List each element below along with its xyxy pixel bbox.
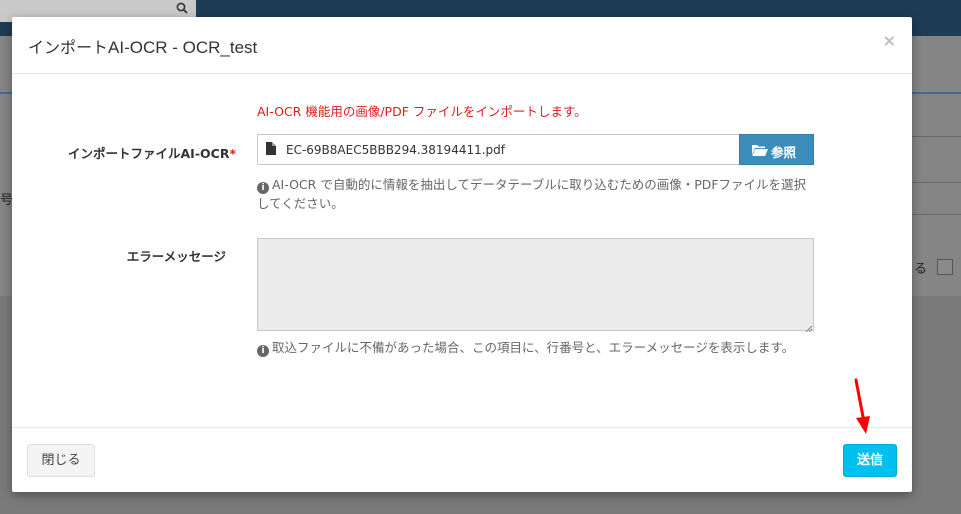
search-icon <box>176 2 190 16</box>
file-field-label-text: インポートファイルAI-OCR <box>68 146 230 161</box>
error-field-label: エラーメッセージ <box>126 249 226 264</box>
error-message-textarea[interactable] <box>257 238 814 333</box>
modal-footer: 閉じる 送信 <box>12 427 912 493</box>
browse-button[interactable]: 参照 <box>739 134 814 165</box>
info-icon: i <box>257 345 269 357</box>
file-name: EC-69B8AEC5BBB294.38194411.pdf <box>286 143 505 157</box>
background-checkbox <box>937 259 953 275</box>
file-help-text: i AI-OCR で自動的に情報を抽出してデータテーブルに取り込むための画像・PD… <box>257 175 817 213</box>
background-divider <box>0 92 12 94</box>
folder-open-icon <box>752 144 768 156</box>
import-notice: AI-OCR 機能用の画像/PDF ファイルをインポートします。 <box>257 104 587 119</box>
modal-title-prefix: インポート <box>28 38 109 57</box>
file-input[interactable]: EC-69B8AEC5BBB294.38194411.pdf <box>257 134 739 165</box>
background-divider <box>912 182 961 183</box>
file-field-label: インポートファイルAI-OCR* <box>68 143 236 162</box>
resize-grip-icon[interactable] <box>804 321 813 333</box>
modal-title-suffix: AI-OCR - OCR_test <box>108 38 258 57</box>
background-divider <box>912 214 961 215</box>
error-help-message: 取込ファイルに不備があった場合、この項目に、行番号と、エラーメッセージを表示しま… <box>272 340 795 355</box>
submit-button[interactable]: 送信 <box>843 444 897 477</box>
browse-label: 参照 <box>771 145 797 160</box>
modal-header: インポートAI-OCR - OCR_test × <box>12 17 912 74</box>
modal-title: インポートAI-OCR - OCR_test <box>28 34 257 58</box>
background-text: る <box>914 262 928 277</box>
file-icon <box>266 142 276 155</box>
required-mark: * <box>229 146 236 161</box>
error-help-text: i 取込ファイルに不備があった場合、この項目に、行番号と、エラーメッセージを表示し… <box>257 338 817 357</box>
background-divider <box>912 92 961 94</box>
close-button[interactable]: 閉じる <box>27 444 95 477</box>
file-help-message: AI-OCR で自動的に情報を抽出してデータテーブルに取り込むための画像・PDF… <box>257 177 807 211</box>
modal-close-button[interactable]: × <box>883 31 896 51</box>
background-divider <box>912 136 961 137</box>
info-icon: i <box>257 182 269 194</box>
import-modal: インポートAI-OCR - OCR_test × AI-OCR 機能用の画像/P… <box>12 17 912 492</box>
annotation-arrow-icon <box>854 378 870 434</box>
